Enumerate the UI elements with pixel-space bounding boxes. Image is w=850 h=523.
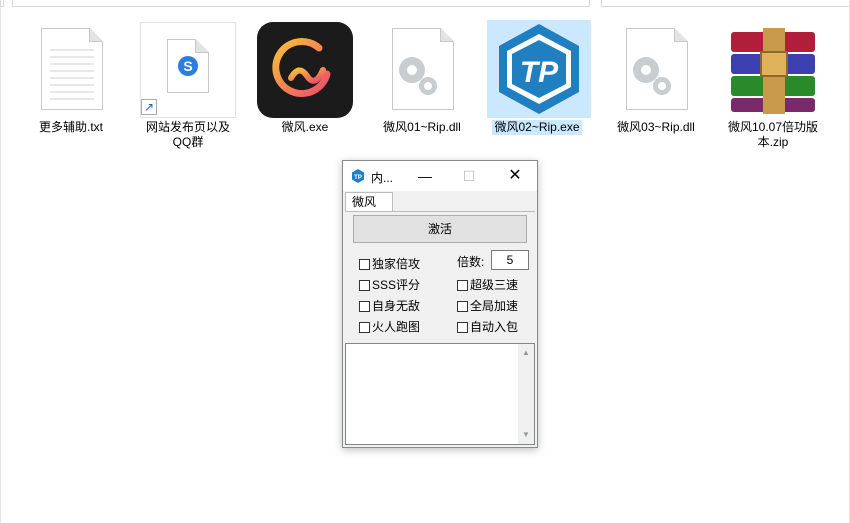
file-item-txt[interactable]: 更多辅助.txt bbox=[21, 22, 121, 135]
checkbox-auto-loot[interactable]: 自动入包 bbox=[457, 319, 518, 335]
svg-text:S: S bbox=[183, 58, 192, 74]
trainer-dialog: TP 内... — ☐ ✕ 微风 激活 独家倍攻 SSS评分 自身无敌 火人跑图… bbox=[342, 160, 538, 448]
text-file-icon bbox=[23, 22, 119, 118]
log-scrollbar[interactable]: ▲ ▼ bbox=[518, 344, 534, 444]
file-name: 网站发布页以及QQ群 bbox=[145, 120, 230, 149]
sogou-shortcut-icon: S ↗ bbox=[140, 22, 236, 118]
checkbox-label: 自动入包 bbox=[470, 320, 519, 334]
checkbox-box[interactable] bbox=[457, 322, 468, 333]
file-name: 微风02~Rip.exe bbox=[492, 120, 582, 135]
dll-gear-icon bbox=[608, 22, 704, 118]
weifeng-app-icon bbox=[257, 22, 353, 118]
file-item-shortcut[interactable]: S ↗ 网站发布页以及QQ群 bbox=[138, 22, 238, 150]
window-left-border bbox=[0, 0, 1, 523]
file-item-tp-exe[interactable]: TP 微风02~Rip.exe bbox=[487, 20, 591, 135]
checkbox-fire-run[interactable]: 火人跑图 bbox=[359, 319, 420, 335]
file-item-exe[interactable]: 微风.exe bbox=[255, 22, 355, 135]
file-name: 微风10.07倍功版本.zip bbox=[727, 120, 819, 149]
tab-weifeng[interactable]: 微风 bbox=[345, 192, 393, 212]
activate-button[interactable]: 激活 bbox=[353, 215, 527, 243]
file-item-zip[interactable]: 微风10.07倍功版本.zip bbox=[723, 22, 823, 150]
checkbox-label: SSS评分 bbox=[372, 278, 421, 292]
checkbox-global-speed[interactable]: 全局加速 bbox=[457, 298, 518, 314]
multiplier-input[interactable]: 5 bbox=[491, 250, 529, 270]
file-name: 微风03~Rip.dll bbox=[617, 120, 695, 134]
scroll-down-icon[interactable]: ▼ bbox=[518, 428, 534, 442]
file-name: 更多辅助.txt bbox=[38, 120, 103, 134]
scroll-up-icon[interactable]: ▲ bbox=[518, 346, 534, 360]
tp-hexagon-icon: TP bbox=[352, 169, 364, 183]
checkbox-box[interactable] bbox=[359, 322, 370, 333]
minimize-button[interactable]: — bbox=[405, 161, 445, 191]
checkbox-box[interactable] bbox=[457, 280, 468, 291]
checkbox-sss-score[interactable]: SSS评分 bbox=[359, 277, 420, 293]
checkbox-box[interactable] bbox=[359, 280, 370, 291]
checkbox-label: 火人跑图 bbox=[372, 320, 421, 334]
explorer-top-edge bbox=[0, 0, 850, 7]
checkbox-box[interactable] bbox=[359, 301, 370, 312]
checkbox-super-speed[interactable]: 超级三速 bbox=[457, 277, 518, 293]
close-button[interactable]: ✕ bbox=[495, 161, 535, 191]
svg-text:TP: TP bbox=[520, 56, 559, 89]
checkbox-box[interactable] bbox=[359, 259, 370, 270]
maximize-button[interactable]: ☐ bbox=[449, 161, 489, 191]
checkbox-label: 全局加速 bbox=[470, 299, 519, 313]
checkbox-label: 超级三速 bbox=[470, 278, 519, 292]
file-item-dll-01[interactable]: 微风01~Rip.dll bbox=[372, 22, 472, 135]
checkbox-exclusive-multiplier[interactable]: 独家倍攻 bbox=[359, 256, 420, 272]
file-name: 微风.exe bbox=[281, 120, 329, 134]
dialog-titlebar[interactable]: TP 内... — ☐ ✕ bbox=[343, 161, 537, 191]
file-item-dll-03[interactable]: 微风03~Rip.dll bbox=[606, 22, 706, 135]
file-name: 微风01~Rip.dll bbox=[383, 120, 461, 134]
tab-panel: 激活 独家倍攻 SSS评分 自身无敌 火人跑图 倍数: 5 超级三速 全局加速 … bbox=[345, 211, 535, 342]
svg-text:TP: TP bbox=[354, 175, 362, 181]
tab-strip: 微风 bbox=[343, 191, 537, 212]
checkbox-box[interactable] bbox=[457, 301, 468, 312]
checkbox-label: 自身无敌 bbox=[372, 299, 421, 313]
checkbox-label: 独家倍攻 bbox=[372, 257, 421, 271]
checkbox-invincible[interactable]: 自身无敌 bbox=[359, 298, 420, 314]
dll-gear-icon bbox=[374, 22, 470, 118]
log-textarea[interactable]: ▲ ▼ bbox=[345, 343, 535, 445]
shortcut-arrow-icon: ↗ bbox=[141, 99, 157, 115]
tp-hexagon-icon: TP bbox=[487, 20, 591, 118]
multiplier-label: 倍数: bbox=[457, 255, 485, 269]
dialog-title: 内... bbox=[371, 171, 394, 185]
winrar-archive-icon bbox=[725, 22, 821, 118]
